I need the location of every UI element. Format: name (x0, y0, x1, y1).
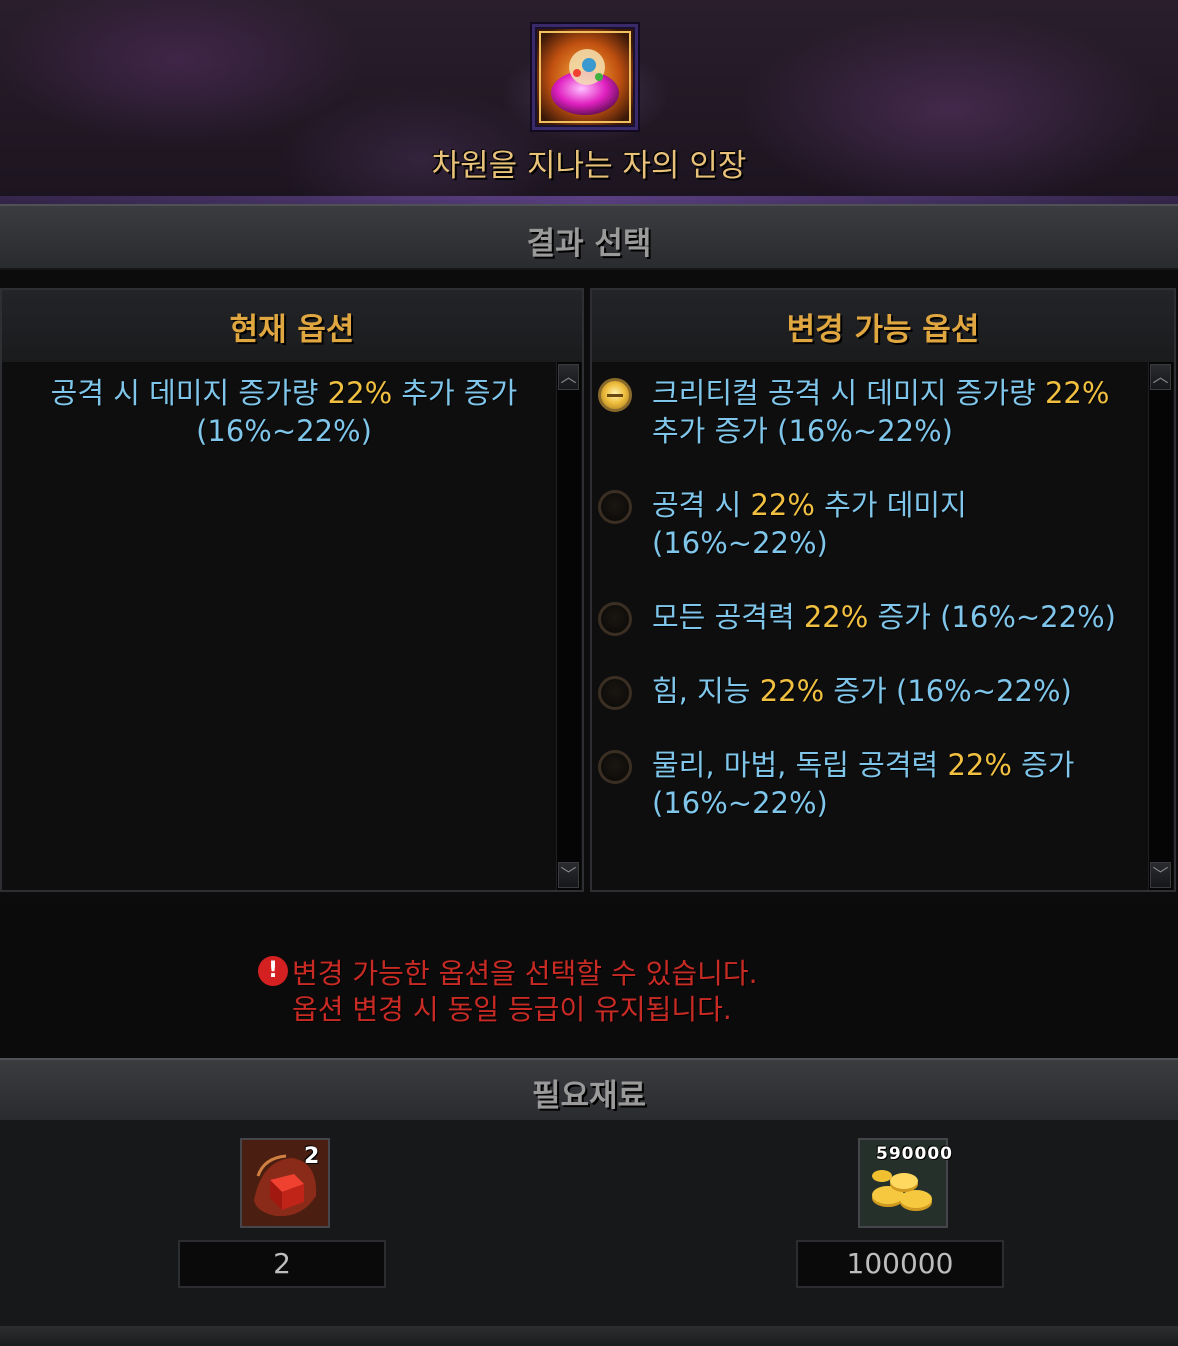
option-range: 추가 증가 (16%~22%) (652, 414, 953, 448)
current-option-value: 22% (327, 376, 393, 410)
option-label: 힘, 지능 (652, 674, 760, 708)
option-label: 크리티컬 공격 시 데미지 증가량 (652, 376, 1045, 410)
scroll-up-button[interactable]: ︿ (1150, 364, 1171, 390)
notice-line-2: 옵션 변경 시 동일 등급이 유지됩니다. (292, 993, 732, 1026)
warning-icon: ! (258, 956, 288, 986)
result-select-bar: 결과 선택 (0, 204, 1178, 270)
radio-button[interactable] (598, 676, 632, 710)
notice-line-1: 변경 가능한 옵션을 선택할 수 있습니다. (292, 957, 758, 990)
materials-area (0, 1120, 1178, 1346)
radio-button[interactable] (598, 490, 632, 524)
bottom-bar (0, 1326, 1178, 1346)
seal-orb-icon (537, 29, 633, 125)
option-value: 22% (1044, 376, 1110, 410)
scroll-up-button[interactable]: ︿ (558, 364, 579, 390)
scroll-down-button[interactable]: ﹀ (1150, 862, 1171, 888)
materials-title: 필요재료 (531, 1078, 647, 1114)
option-value: 22% (750, 488, 815, 522)
current-option-scrollbar[interactable]: ︿ ﹀ (556, 362, 581, 890)
radio-button-selected[interactable] (598, 378, 632, 412)
radio-button[interactable] (598, 750, 632, 784)
item-name: 차원을 지나는 자의 인장 (431, 148, 747, 184)
radio-button[interactable] (598, 602, 632, 636)
material-count: 100000 (796, 1240, 1004, 1288)
changeable-option-header: 변경 가능 옵션 (592, 290, 1174, 362)
materials-bar: 필요재료 (0, 1058, 1178, 1122)
option-range: 증가 (16%~22%) (824, 674, 1072, 708)
option-label: 물리, 마법, 독립 공격력 (652, 748, 948, 782)
current-option-header: 현재 옵션 (2, 290, 582, 362)
current-option-title: 현재 옵션 (229, 312, 355, 348)
option-label: 모든 공격력 (652, 600, 804, 634)
item-icon-frame[interactable] (532, 24, 638, 130)
material-badge: 590000 (876, 1144, 953, 1164)
result-select-title: 결과 선택 (526, 226, 652, 262)
option-value: 22% (759, 674, 825, 708)
option-value: 22% (947, 748, 1012, 782)
current-option-label: 공격 시 데미지 증가량 (50, 376, 328, 410)
material-badge: 2 (304, 1144, 320, 1169)
option-range: 증가 (16%~22%) (868, 600, 1116, 634)
material-count: 2 (178, 1240, 386, 1288)
changeable-option-title: 변경 가능 옵션 (786, 312, 980, 348)
current-option-text: 공격 시 데미지 증가량 22% 추가 증가 (16%~22%) (14, 374, 554, 450)
option-label: 공격 시 (652, 488, 751, 522)
option-value: 22% (803, 600, 869, 634)
scroll-down-button[interactable]: ﹀ (558, 862, 579, 888)
changeable-option-scrollbar[interactable]: ︿ ﹀ (1148, 362, 1173, 890)
